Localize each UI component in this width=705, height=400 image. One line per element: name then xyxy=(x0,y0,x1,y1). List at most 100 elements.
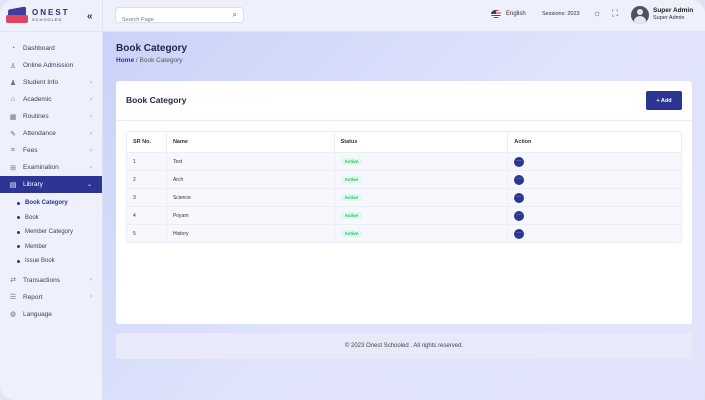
column-header: Status xyxy=(333,131,509,153)
name-cell: Arch xyxy=(165,170,335,189)
search-box: ⌕ xyxy=(115,7,244,27)
action-menu-button[interactable]: ⋯ xyxy=(514,210,525,221)
calendar-icon: ▦ xyxy=(9,113,17,121)
sidebar-item-label: Academic xyxy=(23,96,52,103)
card-header: Book Category + Add xyxy=(116,81,692,121)
action-cell: ⋯ xyxy=(507,206,682,225)
add-button[interactable]: + Add xyxy=(646,91,682,110)
logo-mark-icon xyxy=(6,5,28,24)
table-row: 3 Science Active ⋯ xyxy=(126,188,682,207)
users-icon: ♟ xyxy=(9,79,17,87)
submenu-item-label: Member Category xyxy=(25,229,74,236)
report-icon: ☰ xyxy=(9,294,17,301)
name-cell: Science xyxy=(165,188,335,207)
book-category-card: Book Category + Add SR No. Name Status Acti… xyxy=(116,81,692,324)
breadcrumb-current: Book Category xyxy=(139,57,183,64)
chevron-right-icon: › xyxy=(90,96,92,103)
sidebar-item-dashboard[interactable]: ◔ Dashboard xyxy=(0,40,102,57)
status-badge: Active xyxy=(340,158,363,165)
sidebar-item-transactions[interactable]: ⇄ Transactions › xyxy=(0,272,102,289)
sidebar-item-routines[interactable]: ▦ Routines › xyxy=(0,108,102,125)
sidebar-item-examination[interactable]: ⊞ Examination › xyxy=(0,159,102,176)
status-badge: Active xyxy=(340,212,363,219)
sidebar-item-fees[interactable]: ¤ Fees › xyxy=(0,142,102,159)
status-badge: Active xyxy=(340,194,363,201)
sidebar-item-label: Fees xyxy=(23,147,38,154)
submenu-item-book[interactable]: Book xyxy=(0,211,102,226)
sidebar-item-online-admission[interactable]: ♙ Online Admission xyxy=(0,57,102,74)
sr-cell: 1 xyxy=(126,152,167,171)
action-menu-button[interactable]: ⋯ xyxy=(514,192,525,203)
search-icon[interactable]: ⌕ xyxy=(233,10,237,20)
sidebar-item-label: Examination xyxy=(23,164,59,171)
sr-cell: 4 xyxy=(126,206,167,225)
main-content: Book Category Home / Book Category Book … xyxy=(103,32,705,400)
sr-cell: 3 xyxy=(126,188,167,207)
session-label[interactable]: Sessions: 2023 xyxy=(542,11,580,17)
bullet-icon xyxy=(17,201,20,205)
name-cell: Poyam xyxy=(165,206,335,225)
status-cell: Active xyxy=(333,152,509,171)
sidebar-item-language[interactable]: ◍ Language xyxy=(0,306,102,323)
submenu-item-member[interactable]: Member xyxy=(0,240,102,255)
submenu-item-book-category[interactable]: Book Category xyxy=(0,196,102,211)
search-input[interactable] xyxy=(116,13,226,27)
action-cell: ⋯ xyxy=(507,170,682,189)
submenu-item-label: Book Category xyxy=(25,200,68,207)
sr-cell: 5 xyxy=(126,224,167,243)
graduation-cap-icon: ⌂ xyxy=(10,96,16,103)
column-header: SR No. xyxy=(126,131,167,153)
language-icon: ◍ xyxy=(9,311,17,318)
bullet-icon xyxy=(17,245,20,249)
chevron-right-icon: › xyxy=(90,130,92,137)
chevron-right-icon: › xyxy=(90,294,92,300)
breadcrumb: Home / Book Category xyxy=(116,57,183,64)
breadcrumb-home-link[interactable]: Home xyxy=(116,57,134,64)
submenu-item-issue-book[interactable]: Issue Book xyxy=(0,254,102,269)
user-name: Super Admin xyxy=(653,7,694,14)
sidebar-item-academic[interactable]: ⌂ Academic › xyxy=(0,91,102,108)
submenu-item-label: Issue Book xyxy=(25,258,55,265)
bullet-icon xyxy=(17,259,20,263)
chevron-right-icon: › xyxy=(90,79,92,86)
status-badge: Active xyxy=(340,176,363,183)
us-flag-icon xyxy=(491,10,501,18)
status-cell: Active xyxy=(333,170,509,189)
sidebar-item-attendance[interactable]: ✎ Attendance › xyxy=(0,125,102,142)
transaction-icon: ⇄ xyxy=(10,277,16,284)
action-cell: ⋯ xyxy=(507,152,682,171)
sidebar-item-library[interactable]: ▤ Library ⌄ xyxy=(0,176,102,193)
breadcrumb-separator: / xyxy=(135,57,138,64)
language-label: English xyxy=(506,11,526,17)
sidebar-item-label: Routines xyxy=(23,113,49,120)
language-selector[interactable]: English xyxy=(491,10,526,18)
column-header: Action xyxy=(507,131,682,153)
sidebar-item-label: Library xyxy=(23,181,43,188)
status-badge: Active xyxy=(340,230,363,237)
sidebar-item-label: Report xyxy=(23,293,43,301)
sidebar-item-student-info[interactable]: ♟ Student Info › xyxy=(0,74,102,91)
user-icon: ♙ xyxy=(9,62,17,70)
sidebar-item-label: Transactions xyxy=(23,276,60,284)
sidebar-item-report[interactable]: ☰ Report › xyxy=(0,289,102,306)
fullscreen-icon[interactable]: ⛶ xyxy=(612,8,618,19)
chevron-right-icon: › xyxy=(90,164,92,171)
collapse-sidebar-icon[interactable]: « xyxy=(87,11,93,22)
name-cell: History xyxy=(165,224,335,243)
action-menu-button[interactable]: ⋯ xyxy=(514,228,525,239)
sr-cell: 2 xyxy=(126,170,167,189)
user-info[interactable]: Super Admin Super Admin xyxy=(653,7,693,21)
table-row: 2 Arch Active ⋯ xyxy=(126,170,682,189)
action-menu-button[interactable]: ⋯ xyxy=(514,174,525,185)
theme-toggle-icon[interactable]: ☼ xyxy=(593,8,601,18)
sidebar-item-label: Student Info xyxy=(23,79,59,86)
action-menu-button[interactable]: ⋯ xyxy=(514,156,525,167)
sidebar-item-label: Dashboard xyxy=(23,45,55,52)
book-category-table: SR No. Name Status Action 1 Test Active ⋯ 2 Arch… xyxy=(126,131,682,243)
exam-icon: ⊞ xyxy=(10,164,16,172)
logo-title: ONEST xyxy=(32,8,70,17)
sidebar-menu: ◔ Dashboard ♙ Online Admission ♟ Student Info… xyxy=(0,32,102,323)
avatar[interactable] xyxy=(631,6,649,24)
submenu-item-member-category[interactable]: Member Category xyxy=(0,225,102,240)
chevron-right-icon: › xyxy=(90,277,92,283)
